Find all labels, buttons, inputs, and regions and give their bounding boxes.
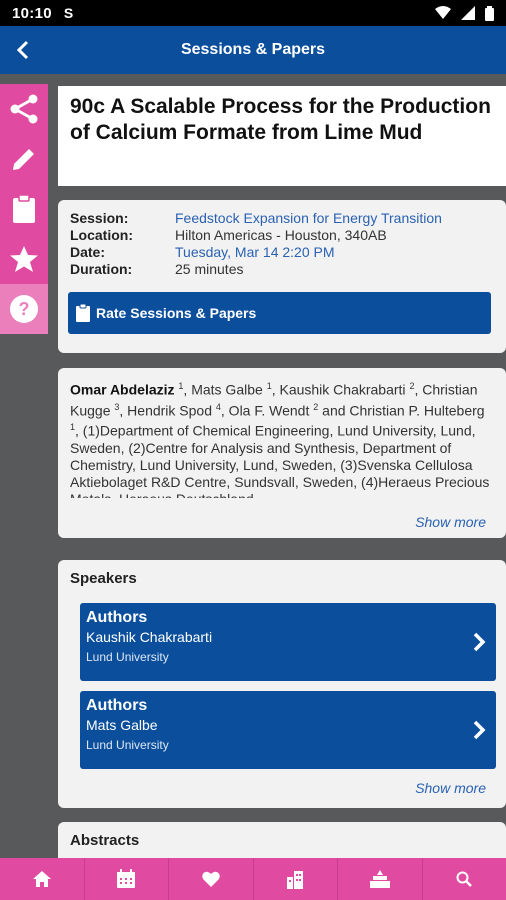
first-author: Omar Abdelaziz: [70, 381, 175, 398]
location-value: Hilton Americas - Houston, 340AB: [175, 227, 387, 243]
page-title: Sessions & Papers: [180, 41, 326, 58]
speaker-item[interactable]: Authors Mats Galbe Lund University: [80, 691, 496, 769]
clipboard-button[interactable]: [0, 184, 48, 234]
heart-icon: [202, 871, 220, 887]
session-row: Session: Feedstock Expansion for Energy …: [70, 210, 494, 227]
author-name: , Kaushik Chakrabarti: [271, 381, 410, 398]
date-row: Date: Tuesday, Mar 14 2:20 PM: [70, 244, 494, 261]
chevron-right-icon: [473, 632, 486, 652]
author-affiliations: , (1)Department of Chemical Engineering,…: [70, 422, 490, 498]
exhibit-icon: [369, 870, 390, 888]
clipboard-icon: [13, 194, 35, 223]
status-icons: [435, 5, 494, 21]
clipboard-icon: [76, 304, 90, 322]
building-icon: [287, 871, 304, 889]
authors-card: Omar Abdelaziz 1, Mats Galbe 1, Kaushik …: [58, 368, 506, 538]
nav-search[interactable]: [423, 858, 506, 900]
author-name: , Ola F. Wendt: [220, 402, 314, 419]
back-arrow-icon[interactable]: [12, 38, 36, 62]
share-icon: [10, 94, 38, 124]
location-row: Location: Hilton Americas - Houston, 340…: [70, 227, 494, 244]
action-sidebar: ?: [0, 84, 48, 334]
speaker-role: Authors: [86, 609, 148, 626]
date-label: Date:: [70, 244, 106, 260]
speaker-name: Mats Galbe: [86, 717, 158, 733]
calendar-icon: [117, 869, 136, 888]
speaker-item[interactable]: Authors Kaushik Chakrabarti Lund Univers…: [80, 603, 496, 681]
svg-text:?: ?: [19, 299, 30, 319]
favorite-button[interactable]: [0, 234, 48, 284]
speaker-affiliation: Lund University: [86, 650, 169, 664]
status-bar: 10:10 S: [0, 0, 506, 26]
session-info-card: Session: Feedstock Expansion for Energy …: [58, 200, 506, 353]
nav-venue[interactable]: [254, 858, 338, 900]
s-notification-icon: S: [63, 5, 74, 21]
duration-label: Duration:: [70, 261, 133, 277]
abstracts-heading: Abstracts: [70, 832, 140, 849]
speaker-affiliation: Lund University: [86, 738, 169, 752]
author-name: , Mats Galbe: [183, 381, 267, 398]
nav-favorites[interactable]: [169, 858, 254, 900]
search-icon: [456, 871, 473, 887]
session-label: Session:: [70, 210, 129, 226]
speaker-role: Authors: [86, 697, 148, 714]
author-name: , Hendrik Spod: [119, 402, 216, 419]
date-link[interactable]: Tuesday, Mar 14 2:20 PM: [175, 244, 335, 261]
duration-row: Duration: 25 minutes: [70, 261, 494, 278]
location-label: Location:: [70, 227, 133, 243]
paper-title: 90c A Scalable Process for the Productio…: [70, 95, 491, 144]
battery-icon: [485, 5, 494, 21]
speaker-name: Kaushik Chakrabarti: [86, 629, 213, 645]
session-link[interactable]: Feedstock Expansion for Energy Transitio…: [175, 210, 442, 227]
nav-schedule[interactable]: [85, 858, 169, 900]
speakers-heading: Speakers: [70, 570, 137, 587]
signal-icon: [461, 6, 475, 20]
paper-title-card: 90c A Scalable Process for the Productio…: [58, 86, 506, 186]
chevron-right-icon: [473, 720, 486, 740]
help-icon: ?: [10, 295, 38, 323]
share-button[interactable]: [0, 84, 48, 134]
nav-exhibits[interactable]: [338, 858, 423, 900]
edit-icon: [13, 149, 34, 170]
status-time: 10:10: [12, 4, 52, 22]
wifi-icon: [435, 6, 451, 19]
duration-value: 25 minutes: [175, 261, 244, 277]
bottom-navigation: [0, 858, 506, 900]
app-bar: Sessions & Papers: [0, 26, 506, 74]
help-button[interactable]: ?: [0, 284, 48, 334]
rate-sessions-label: Rate Sessions & Papers: [96, 305, 257, 321]
edit-button[interactable]: [0, 134, 48, 184]
home-icon: [32, 871, 51, 887]
nav-home[interactable]: [0, 858, 85, 900]
rate-sessions-button[interactable]: Rate Sessions & Papers: [68, 292, 491, 334]
author-name: and Christian P. Hulteberg: [318, 402, 485, 419]
authors-text: Omar Abdelaziz 1, Mats Galbe 1, Kaushik …: [70, 378, 494, 498]
authors-show-more-link[interactable]: Show more: [415, 514, 486, 530]
speakers-card: Speakers Authors Kaushik Chakrabarti Lun…: [58, 560, 506, 808]
star-icon: [10, 246, 38, 272]
speakers-show-more-link[interactable]: Show more: [415, 780, 486, 796]
